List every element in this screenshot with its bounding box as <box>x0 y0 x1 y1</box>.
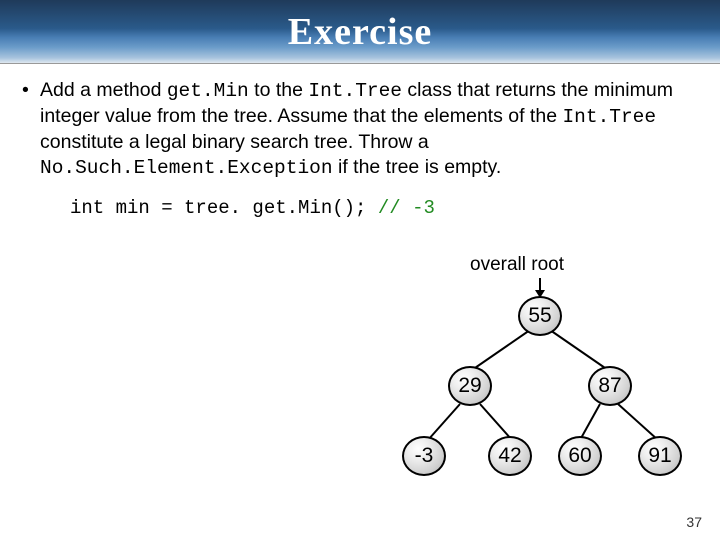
tree-node-91: 91 <box>638 436 682 476</box>
tree-node-60: 60 <box>558 436 602 476</box>
tree-node-42: 42 <box>488 436 532 476</box>
tree-node-87: 87 <box>588 366 632 406</box>
tree-node-m3: -3 <box>402 436 446 476</box>
tree-edges <box>0 0 720 540</box>
tree-node-55: 55 <box>518 296 562 336</box>
tree-node-29: 29 <box>448 366 492 406</box>
